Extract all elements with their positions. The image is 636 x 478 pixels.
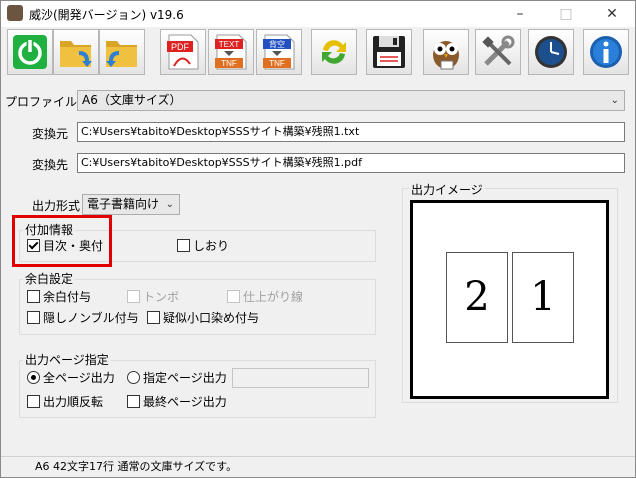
checkbox-icon bbox=[127, 395, 140, 408]
title-bar: 威沙(開発バージョン) v19.6 – □ ✕ bbox=[1, 1, 635, 27]
pseudo-edge-checkbox[interactable]: 疑似小口染め付与 bbox=[147, 311, 259, 325]
profile-select[interactable]: A6（文庫サイズ） ⌄ bbox=[77, 90, 625, 111]
toolbar: PDF TEXT TNF 背空 TNF bbox=[1, 27, 635, 77]
margin-group bbox=[19, 279, 376, 335]
checkbox-icon bbox=[147, 311, 160, 324]
chevron-down-icon: ⌄ bbox=[610, 95, 619, 106]
tools-icon bbox=[482, 35, 515, 66]
text-to-tnf-button[interactable]: TEXT TNF bbox=[208, 29, 254, 75]
window-title: 威沙(開発バージョン) v19.6 bbox=[29, 8, 184, 22]
add-margin-label: 余白付与 bbox=[43, 290, 92, 304]
checkbox-icon bbox=[27, 311, 40, 324]
preview-label: 出力イメージ bbox=[409, 181, 485, 198]
chevron-down-icon: ⌄ bbox=[165, 199, 174, 210]
specified-pages-label: 指定ページ出力 bbox=[143, 371, 227, 385]
finish-line-label: 仕上がり線 bbox=[243, 290, 304, 304]
output-format-value: 電子書籍向け bbox=[87, 197, 160, 211]
last-page-checkbox[interactable]: 最終ページ出力 bbox=[127, 395, 227, 409]
last-page-label: 最終ページ出力 bbox=[143, 395, 227, 409]
dest-path-input[interactable]: C:¥Users¥tabito¥Desktop¥SSSサイト構築¥残照1.pdf bbox=[77, 153, 625, 173]
hidden-nombre-label: 隠しノンブル付与 bbox=[43, 311, 139, 325]
close-button[interactable]: ✕ bbox=[589, 1, 635, 27]
refresh-icon bbox=[322, 40, 346, 64]
text-to-tnf-icon: TEXT TNF bbox=[215, 34, 247, 70]
pdf-button[interactable]: PDF bbox=[160, 29, 206, 75]
specified-pages-radio[interactable]: 指定ページ出力 bbox=[127, 371, 227, 385]
clock-icon bbox=[535, 36, 567, 68]
source-label: 変換元 bbox=[32, 127, 69, 141]
checkbox-icon bbox=[27, 290, 40, 303]
dest-label: 変換先 bbox=[32, 158, 69, 172]
tools-button[interactable] bbox=[475, 29, 521, 75]
all-pages-radio[interactable]: 全ページ出力 bbox=[27, 371, 115, 385]
clock-button[interactable] bbox=[528, 29, 574, 75]
preview-page-left: 2 bbox=[446, 252, 508, 343]
hidden-nombre-checkbox[interactable]: 隠しノンブル付与 bbox=[27, 311, 139, 325]
folder-open-icon bbox=[60, 41, 92, 67]
checkbox-icon bbox=[27, 395, 40, 408]
blank-to-tnf-icon: 背空 TNF bbox=[263, 34, 295, 70]
save-icon bbox=[373, 36, 405, 68]
pseudo-edge-label: 疑似小口染め付与 bbox=[163, 311, 260, 325]
back-folder-button[interactable] bbox=[99, 29, 145, 75]
radio-icon bbox=[127, 371, 140, 384]
blank-to-tnf-button[interactable]: 背空 TNF bbox=[256, 29, 302, 75]
status-bar: A6 42文字17行 通常の文庫サイズです。 bbox=[1, 456, 635, 477]
power-icon bbox=[13, 35, 47, 69]
blank-label: 背空 bbox=[269, 39, 285, 49]
refresh-button[interactable] bbox=[311, 29, 357, 75]
output-format-label: 出力形式 bbox=[32, 199, 81, 213]
reverse-order-checkbox[interactable]: 出力順反転 bbox=[27, 395, 103, 409]
info-button[interactable] bbox=[583, 29, 629, 75]
preview-canvas: 2 1 bbox=[410, 200, 609, 399]
output-pages-label: 出力ページ指定 bbox=[23, 351, 111, 368]
profile-label: プロファイル bbox=[5, 95, 78, 109]
maximize-button[interactable]: □ bbox=[543, 1, 589, 27]
tnf-label: TNF bbox=[221, 59, 237, 68]
checkbox-icon bbox=[227, 290, 240, 303]
add-margin-checkbox[interactable]: 余白付与 bbox=[27, 290, 91, 304]
info-icon bbox=[590, 36, 622, 68]
output-format-select[interactable]: 電子書籍向け ⌄ bbox=[82, 194, 180, 215]
margin-label: 余白設定 bbox=[23, 270, 76, 287]
tombo-checkbox[interactable]: トンボ bbox=[127, 290, 179, 304]
specified-pages-input[interactable] bbox=[232, 368, 369, 388]
app-icon bbox=[7, 5, 23, 21]
highlight-box bbox=[12, 215, 112, 267]
all-pages-label: 全ページ出力 bbox=[43, 371, 115, 385]
tombo-label: トンボ bbox=[143, 290, 180, 304]
bookmark-checkbox[interactable]: しおり bbox=[177, 239, 229, 253]
minimize-button[interactable]: – bbox=[497, 1, 543, 27]
reverse-order-label: 出力順反転 bbox=[43, 395, 104, 409]
bookmark-label: しおり bbox=[193, 239, 230, 253]
tnf-label-2: TNF bbox=[269, 59, 285, 68]
text-label: TEXT bbox=[219, 40, 240, 49]
checkbox-icon bbox=[177, 239, 190, 252]
owl-button[interactable] bbox=[423, 29, 469, 75]
checkbox-icon bbox=[127, 290, 140, 303]
preview-page-right: 1 bbox=[512, 252, 574, 343]
pdf-icon: PDF bbox=[167, 34, 199, 70]
owl-icon bbox=[433, 41, 459, 70]
pdf-text: PDF bbox=[171, 42, 190, 52]
profile-value: A6（文庫サイズ） bbox=[82, 93, 182, 107]
radio-selected-icon bbox=[27, 371, 40, 384]
folder-back-icon bbox=[106, 41, 137, 67]
source-path-input[interactable]: C:¥Users¥tabito¥Desktop¥SSSサイト構築¥残照1.txt bbox=[77, 122, 625, 142]
power-button[interactable] bbox=[7, 29, 53, 75]
app-window: 威沙(開発バージョン) v19.6 – □ ✕ PDF TEXT TNF 背空 … bbox=[0, 0, 636, 478]
save-button[interactable] bbox=[366, 29, 412, 75]
open-folder-button[interactable] bbox=[53, 29, 99, 75]
finish-line-checkbox[interactable]: 仕上がり線 bbox=[227, 290, 303, 304]
